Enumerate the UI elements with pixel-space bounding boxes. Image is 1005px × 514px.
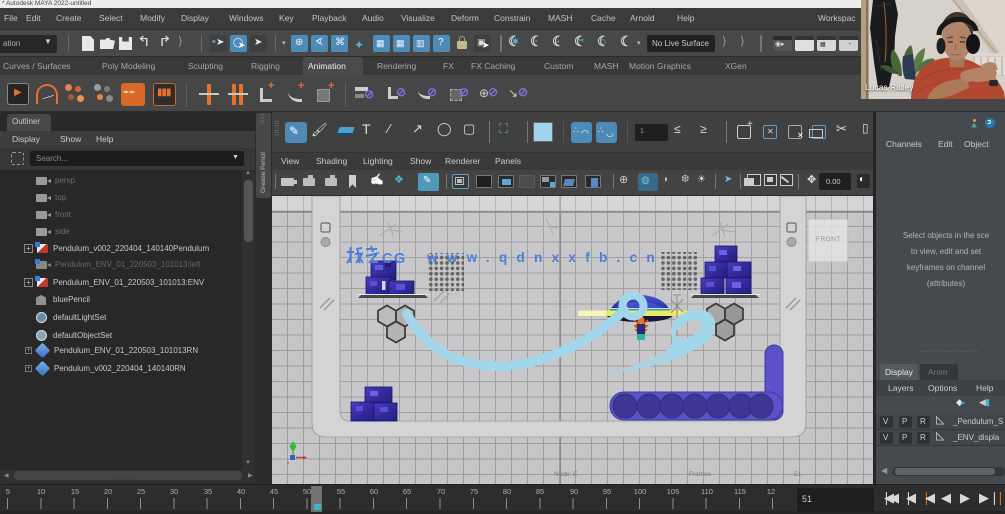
svg-text:FRONT: FRONT <box>816 236 841 243</box>
svg-text:Frames: Frames <box>689 471 712 478</box>
svg-text:www.qdnxxfb.cn: www.qdnxxfb.cn <box>426 250 664 265</box>
svg-text:51: 51 <box>794 471 802 478</box>
svg-text:CG: CG <box>382 251 407 267</box>
svg-text:Node: E: Node: E <box>554 471 578 478</box>
